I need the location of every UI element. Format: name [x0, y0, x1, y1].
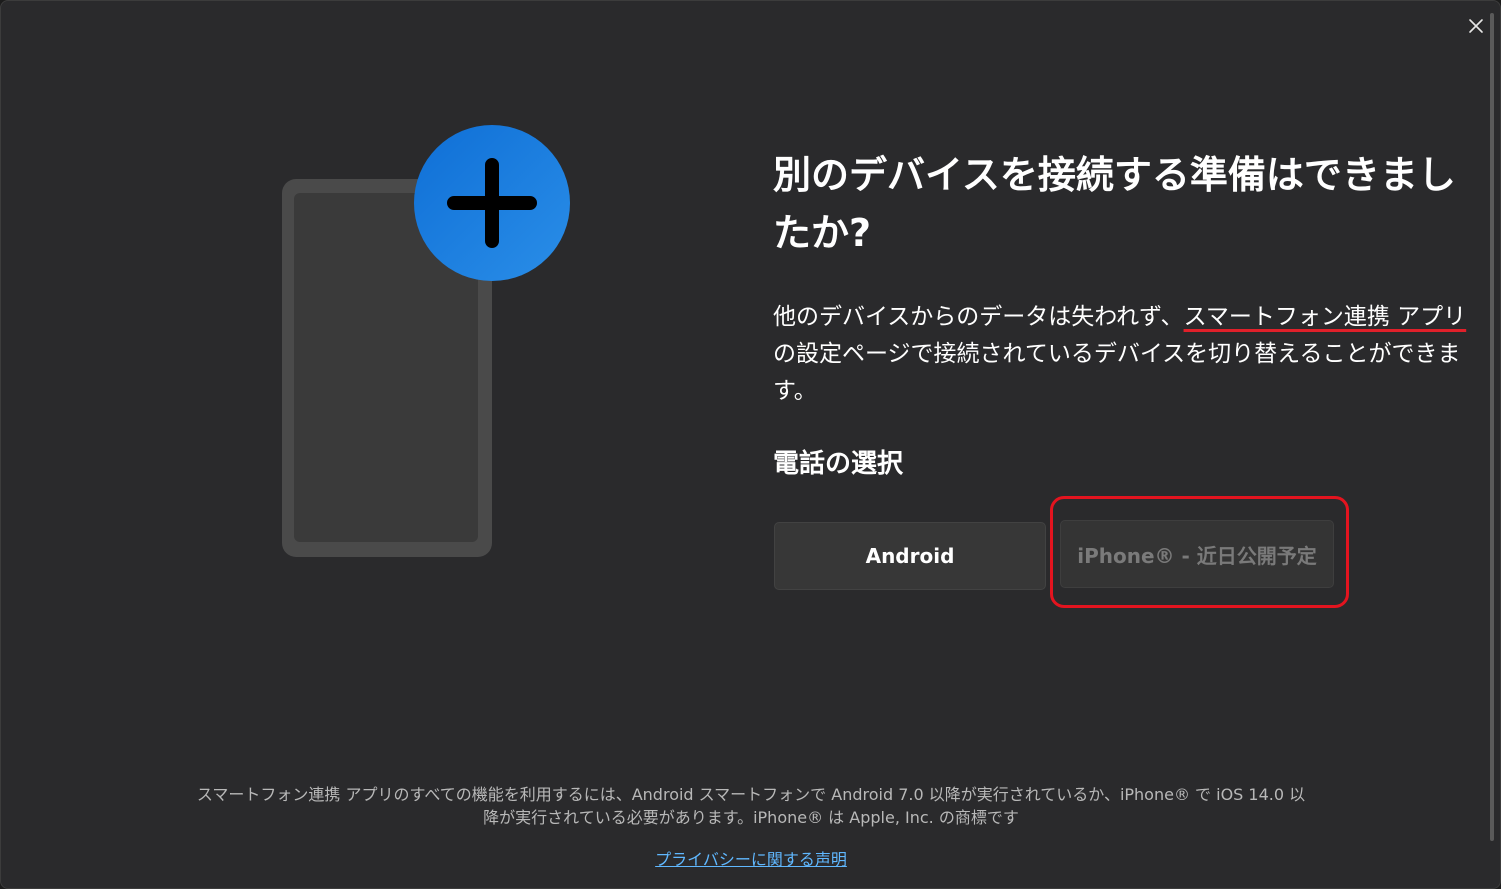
- phone-selection-heading: 電話の選択: [773, 449, 904, 479]
- privacy-statement-link[interactable]: プライバシーに関する声明: [551, 848, 951, 872]
- dialog-title: 別のデバイスを接続する準備はできましたか?: [773, 153, 1456, 255]
- phone-link-app-name: スマートフォン連携 アプリ: [1183, 304, 1467, 330]
- plus-icon: [414, 125, 570, 281]
- scrollbar[interactable]: [1490, 13, 1494, 841]
- footer-note: スマートフォン連携 アプリのすべての機能を利用するには、Android スマート…: [196, 785, 1306, 827]
- description-text-1: 他のデバイスからのデータは失われず、: [773, 304, 1184, 330]
- dialog-description: 他のデバイスからのデータは失われず、スマートフォン連携 アプリの設定ページで接続…: [773, 299, 1473, 410]
- close-icon: [1469, 19, 1483, 33]
- dialog-window: 別のデバイスを接続する準備はできましたか? 他のデバイスからのデータは失われず、…: [0, 0, 1501, 889]
- android-button[interactable]: Android: [774, 522, 1046, 590]
- close-button[interactable]: [1459, 9, 1493, 43]
- iphone-button-disabled: iPhone® - 近日公開予定: [1060, 520, 1334, 588]
- description-text-2: の設定ページで接続されているデバイスを切り替えることができます。: [773, 341, 1461, 404]
